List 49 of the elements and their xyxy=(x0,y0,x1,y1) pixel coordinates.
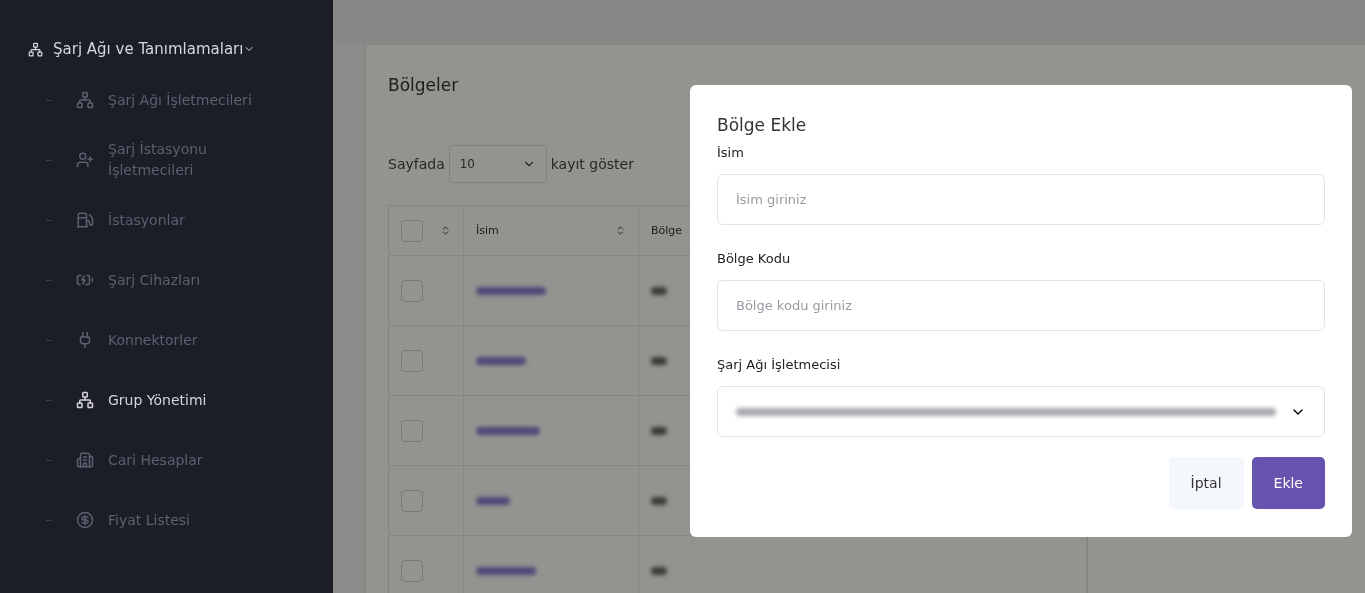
checkbox[interactable] xyxy=(401,559,423,582)
sidebar-item[interactable]: İstasyonlar xyxy=(28,190,333,250)
page-title: Bölgeler xyxy=(388,75,460,95)
sidebar-section-title[interactable]: Şarj Ağı ve Tanımlamaları xyxy=(53,40,244,58)
sort-icon[interactable] xyxy=(615,225,626,236)
page-size-label: Sayfada xyxy=(388,156,445,172)
select-field[interactable] xyxy=(717,386,1325,437)
building-icon xyxy=(76,451,94,469)
modal-title: Bölge Ekle xyxy=(717,115,808,135)
sidebar-item[interactable]: Şarj İstasyonu İşletmecileri xyxy=(28,130,333,190)
checkbox[interactable] xyxy=(401,419,423,442)
text-field[interactable]: Bölge kodu giriniz xyxy=(717,280,1325,331)
page-size-select[interactable]: 10 xyxy=(448,145,547,183)
user-plus-icon xyxy=(76,151,94,169)
fuel-pump-icon xyxy=(76,211,94,229)
checkbox[interactable] xyxy=(401,219,423,242)
blurred-text xyxy=(651,286,667,295)
blurred-link[interactable] xyxy=(476,566,536,575)
blurred-text xyxy=(651,426,667,435)
hierarchy-icon xyxy=(76,91,94,109)
dollar-icon xyxy=(76,511,94,529)
field-label: İsim xyxy=(717,145,745,160)
blurred-link[interactable] xyxy=(476,286,546,295)
column-header[interactable]: Bölge xyxy=(651,224,683,237)
sidebar-item[interactable]: Şarj Cihazları xyxy=(28,250,333,310)
sidebar-item[interactable]: Fiyat Listesi xyxy=(28,490,333,550)
checkbox[interactable] xyxy=(401,279,423,302)
blurred-link[interactable] xyxy=(476,356,526,365)
hierarchy-icon xyxy=(76,391,94,409)
hierarchy-icon xyxy=(28,41,43,57)
blurred-link[interactable] xyxy=(476,496,510,505)
blurred-text xyxy=(651,496,667,505)
field-label: Şarj Ağı İşletmecisi xyxy=(717,357,842,372)
column-header[interactable]: İsim xyxy=(476,224,499,237)
sidebar-item[interactable]: Grup Yönetimi xyxy=(28,370,333,430)
blurred-text xyxy=(651,566,667,575)
submit-button[interactable]: Ekle xyxy=(1251,457,1325,509)
sidebar-item[interactable]: Şarj Ağı İşletmecileri xyxy=(28,70,333,130)
blurred-link[interactable] xyxy=(476,426,540,435)
blurred-text xyxy=(651,356,667,365)
checkbox[interactable] xyxy=(401,349,423,372)
text-field[interactable]: İsim giriniz xyxy=(717,174,1325,225)
cancel-button[interactable]: İptal xyxy=(1168,457,1244,509)
sidebar-item[interactable]: Konnektorler xyxy=(28,310,333,370)
field-label: Bölge Kodu xyxy=(717,251,792,266)
checkbox[interactable] xyxy=(401,489,423,512)
sort-icon[interactable] xyxy=(440,225,451,236)
page-size-label: kayıt göster xyxy=(550,156,634,172)
sidebar-item[interactable]: Cari Hesaplar xyxy=(28,430,333,490)
